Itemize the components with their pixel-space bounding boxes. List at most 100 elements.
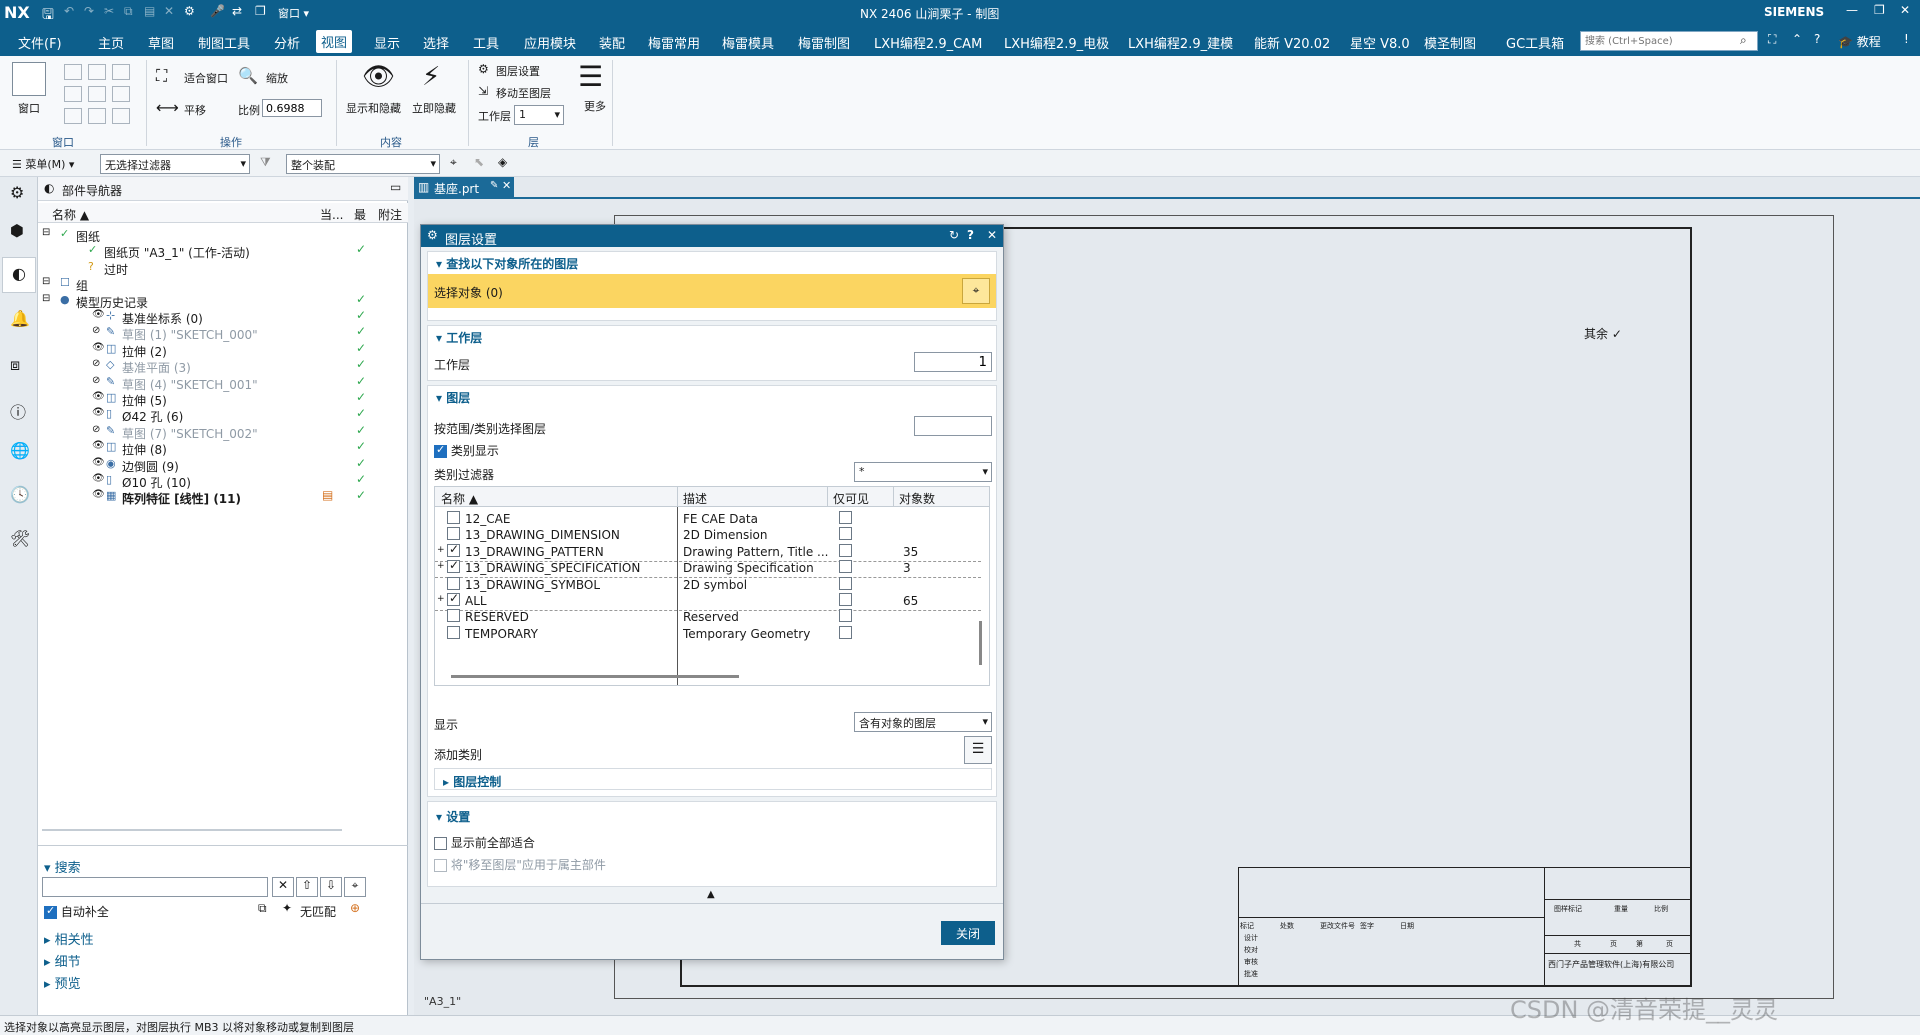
visible-only-checkbox[interactable] — [839, 560, 852, 574]
tab-part-file[interactable]: ▥ 基座.prt ✎ ✕ — [414, 177, 514, 197]
switch-window-icon[interactable]: ❐ — [255, 4, 266, 18]
window-menu[interactable]: 窗口 ▾ — [278, 5, 309, 21]
visible-eye-icon[interactable]: 👁 — [92, 391, 105, 402]
visible-eye-icon[interactable]: 👁 — [92, 457, 105, 468]
layer-checkbox[interactable] — [447, 558, 460, 574]
layer-checkbox[interactable] — [447, 609, 460, 623]
fit-window-icon[interactable]: ⛶ — [156, 66, 167, 86]
dialog-close-icon[interactable]: ✕ — [987, 228, 997, 242]
tree-row[interactable]: 👁 ▦ 阵列特征 [线性] (11) ✓ ▤ — [38, 487, 408, 507]
menu-display[interactable]: 显示 — [374, 33, 400, 52]
col-latest-header[interactable]: 最 — [354, 206, 366, 223]
fullscreen-icon[interactable]: ⛶ — [1768, 32, 1776, 47]
redo-icon[interactable]: ↷ — [84, 4, 94, 18]
work-layer-combo[interactable]: 1 — [514, 105, 564, 125]
highlight-icon[interactable]: ✦ — [282, 901, 292, 915]
tutorial-button[interactable]: 🎓 教程 — [1838, 33, 1881, 50]
apply-parent-toggle[interactable]: 将"移至图层"应用于属主部件 — [434, 856, 606, 873]
tree-scrollbar[interactable] — [42, 829, 342, 831]
add-category-icon[interactable]: ☰ — [964, 736, 992, 764]
search-up-icon[interactable]: ⇧ — [296, 877, 318, 897]
menu-tools[interactable]: 工具 — [473, 33, 499, 52]
dialog-help-icon[interactable]: ? — [967, 228, 974, 242]
expand-icon[interactable]: ⊟ — [42, 276, 50, 287]
expand-icon[interactable]: ⊟ — [42, 227, 50, 238]
visible-only-checkbox[interactable] — [839, 593, 852, 606]
visible-only-checkbox[interactable] — [839, 576, 852, 590]
crosshair-icon[interactable]: ⌖ — [962, 278, 990, 304]
search-options-icon[interactable]: ⌖ — [344, 877, 366, 897]
visible-only-checkbox[interactable] — [839, 511, 852, 524]
display-filter-combo[interactable]: 含有对象的图层 — [854, 712, 992, 732]
history-clock-icon[interactable]: 🕓 — [10, 485, 30, 504]
hidden-eye-icon[interactable]: ⊘ — [92, 325, 100, 336]
find-section-header[interactable]: ▾ 查找以下对象所在的图层 — [436, 255, 578, 272]
table-vscrollbar[interactable] — [979, 621, 982, 665]
copy-icon[interactable]: ⧉ — [124, 4, 133, 19]
menu-view[interactable]: 视图 — [316, 30, 353, 53]
search-down-icon[interactable]: ⇩ — [320, 877, 342, 897]
col-current-header[interactable]: 当... — [320, 206, 343, 223]
work-layer-input[interactable] — [914, 352, 992, 372]
save-icon[interactable]: 🖫 — [42, 4, 54, 28]
viewport-layout-grid[interactable] — [64, 64, 134, 134]
layer-checkbox[interactable] — [447, 591, 460, 606]
visible-only-checkbox[interactable] — [839, 609, 852, 623]
col-layer-name[interactable]: 名称 ▲ — [441, 490, 478, 507]
hidden-eye-icon[interactable]: ⊘ — [92, 358, 100, 369]
category-display-toggle[interactable]: 类别显示 — [434, 442, 499, 459]
menu-xingkong[interactable]: 星空 V8.0 — [1350, 33, 1410, 52]
window-button[interactable]: 窗口 — [18, 100, 40, 116]
menu-drafting-tools[interactable]: 制图工具 — [198, 33, 250, 52]
microphone-icon[interactable]: 🎤 — [210, 4, 225, 18]
layer-checkbox[interactable] — [447, 511, 460, 524]
menu-home[interactable]: 主页 — [98, 33, 124, 52]
layer-checkbox[interactable] — [447, 625, 460, 639]
select-object-row[interactable]: 选择对象 (0) ⌖ — [428, 274, 996, 308]
preview-section[interactable]: ▸ 预览 — [44, 973, 81, 992]
layers-header[interactable]: ▾ 图层 — [436, 389, 470, 406]
zoom-icon[interactable]: 🔍 — [238, 66, 258, 85]
locate-icon[interactable]: ⊕ — [350, 901, 360, 915]
window-layout-icon[interactable] — [12, 62, 46, 96]
assembly-navigator-icon[interactable]: ⬢ — [10, 221, 24, 240]
maximize-panel-icon[interactable]: ▭ — [390, 180, 401, 194]
details-section[interactable]: ▸ 细节 — [44, 951, 81, 970]
tab-close-icon[interactable]: ✕ — [502, 179, 511, 192]
fit-window-button[interactable]: 适合窗口 — [184, 70, 228, 86]
menu-nengxin[interactable]: 能新 V20.02 — [1254, 33, 1330, 52]
settings-header[interactable]: ▾ 设置 — [436, 808, 470, 825]
selection-filter-combo[interactable]: 无选择过滤器 — [100, 154, 250, 174]
restore-button[interactable]: ❐ — [1874, 3, 1885, 17]
menu-dropdown[interactable]: ☰ 菜单(M) ▾ — [12, 156, 74, 172]
more-button[interactable]: 更多 — [584, 98, 606, 114]
menu-lxh-modeling[interactable]: LXH编程2.9_建模 — [1128, 33, 1233, 52]
expand-icon[interactable]: + — [437, 561, 445, 571]
show-hide-icon[interactable]: 👁 — [362, 62, 395, 92]
reset-icon[interactable]: ↻ — [949, 228, 959, 242]
layer-control-section[interactable]: ▸ 图层控制 — [434, 768, 992, 790]
menu-meilei-common[interactable]: 梅雷常用 — [648, 33, 700, 52]
command-search-input[interactable] — [1580, 31, 1758, 51]
work-layer-header[interactable]: ▾ 工作层 — [436, 329, 482, 346]
table-hscrollbar[interactable] — [451, 675, 739, 678]
layer-settings-button[interactable]: 图层设置 — [496, 63, 540, 79]
menu-mosheng-drawing[interactable]: 模圣制图 — [1424, 33, 1476, 52]
menu-assembly[interactable]: 装配 — [599, 33, 625, 52]
range-select-input[interactable] — [914, 416, 992, 436]
layer-row[interactable]: TEMPORARY Temporary Geometry — [435, 624, 981, 644]
tools-icon[interactable]: 🛠 — [10, 529, 30, 548]
menu-selection[interactable]: 选择 — [423, 33, 449, 52]
pan-button[interactable]: 平移 — [184, 102, 206, 118]
col-description[interactable]: 描述 — [683, 490, 707, 507]
delete-icon[interactable]: ✕ — [164, 4, 174, 18]
cut-icon[interactable]: ✂ — [104, 4, 114, 18]
category-filter-combo[interactable]: * — [854, 462, 992, 482]
notification-bell-icon[interactable]: 🔔 — [10, 309, 30, 328]
layer-settings-icon[interactable]: ⚙ — [478, 62, 489, 76]
show-hide-button[interactable]: 显示和隐藏 — [346, 100, 401, 116]
col-visible-only[interactable]: 仅可见 — [833, 490, 869, 507]
object-type-icon[interactable]: ◈ — [498, 155, 507, 169]
zoom-button[interactable]: 缩放 — [266, 70, 288, 86]
menu-applications[interactable]: 应用模块 — [524, 33, 576, 52]
